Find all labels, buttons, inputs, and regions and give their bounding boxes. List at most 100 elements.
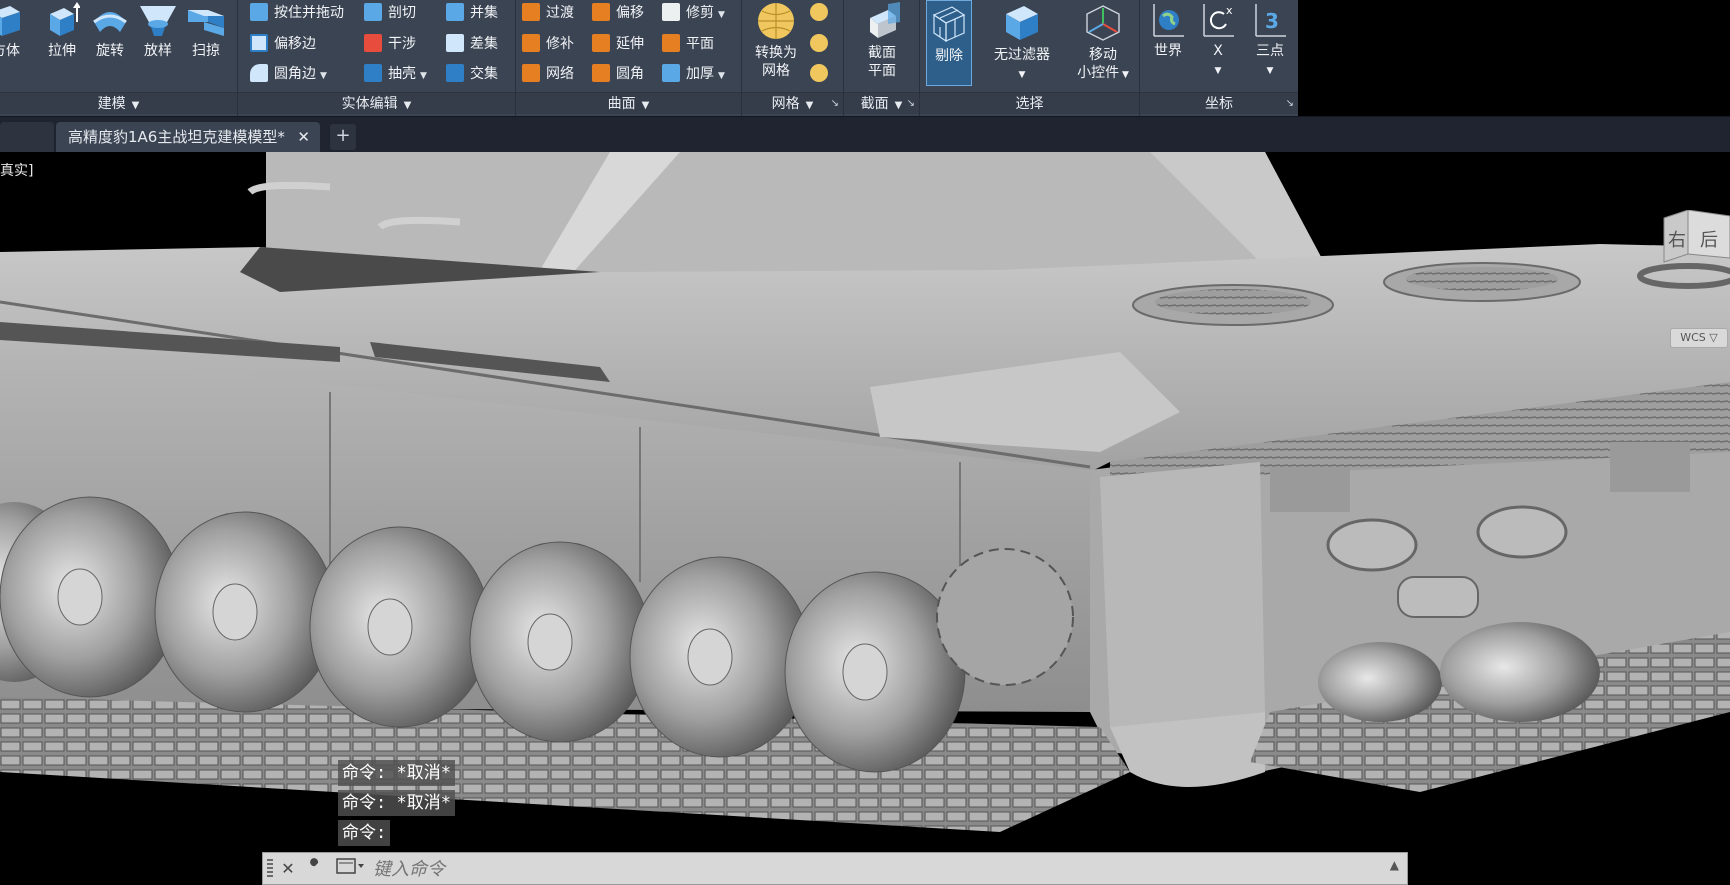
extend-icon <box>592 34 610 52</box>
3d-viewport[interactable]: 真实] 右 后 WCS ▽ 命令: *取消* 命令: *取消* 命令: <box>0 152 1730 885</box>
no-filter-button[interactable]: 无过滤器 ▼ <box>982 0 1062 84</box>
chevron-down-icon: ▼ <box>403 100 412 111</box>
panel-selection: 剔除 无过滤器 ▼ 移动 小控件 ▼ 选择 <box>920 0 1140 116</box>
chevron-down-icon: ▼ <box>320 71 327 81</box>
patch-icon <box>522 34 540 52</box>
patch-button[interactable]: 修补 <box>522 31 574 57</box>
slice-button[interactable]: 剖切 <box>364 0 416 26</box>
blend-icon <box>522 3 540 21</box>
chevron-down-icon: ▼ <box>894 100 903 111</box>
close-icon[interactable]: ✕ <box>297 122 310 152</box>
wcs-menu[interactable]: WCS ▽ <box>1670 328 1728 348</box>
sweep-button[interactable]: 扫掠 <box>184 0 228 60</box>
offset-edge-button[interactable]: 偏移边 <box>250 31 316 57</box>
intersect-button[interactable]: 交集 <box>446 61 498 87</box>
extrude-button[interactable]: 拉伸 <box>40 0 84 60</box>
panel-mesh: 转换为 网格 网格 ▼ ↘ <box>742 0 844 116</box>
chevron-down-icon: ▼ <box>131 100 140 111</box>
visual-style-label[interactable]: 真实] <box>0 160 33 180</box>
union-button[interactable]: 并集 <box>446 0 498 26</box>
union-icon <box>446 3 464 21</box>
mesh-smooth-button[interactable] <box>810 61 834 87</box>
surface-fillet-button[interactable]: 圆角 <box>592 61 644 87</box>
svg-text:右: 右 <box>1668 230 1686 251</box>
culling-cube-icon <box>932 6 966 43</box>
close-icon[interactable]: ✕ <box>277 857 299 881</box>
move-gizmo-button[interactable]: 移动 小控件 ▼ <box>1068 0 1138 84</box>
planar-button[interactable]: 平面 <box>662 31 714 57</box>
ucs-world-button[interactable]: 世界 <box>1144 0 1192 60</box>
panel-title-mesh[interactable]: 网格 ▼ ↘ <box>742 92 843 114</box>
dialog-launcher-icon[interactable]: ↘ <box>1286 93 1294 115</box>
ucs-x-button[interactable]: x X ▼ <box>1194 0 1242 80</box>
shell-button[interactable]: 抽壳 ▼ <box>364 61 427 87</box>
fillet-edge-button[interactable]: 圆角边 ▼ <box>250 61 327 87</box>
ucs-3point-icon: 3 <box>1255 4 1286 37</box>
panel-modeling: 方体 拉伸 旋转 放样 扫掠 建模▼ <box>0 0 238 116</box>
dialog-launcher-icon[interactable]: ↘ <box>831 93 839 115</box>
box-button[interactable]: 方体 <box>0 0 26 60</box>
convert-to-mesh-button[interactable]: 转换为 网格 <box>742 0 810 80</box>
prompt-icon <box>336 858 364 874</box>
presspull-icon <box>250 3 268 21</box>
culling-button[interactable]: 剔除 <box>926 0 972 86</box>
trim-icon <box>662 3 680 21</box>
surface-offset-button[interactable]: 偏移 <box>592 0 644 26</box>
section-plane-icon <box>870 2 900 38</box>
panel-title-modeling[interactable]: 建模 ▼ <box>0 92 237 114</box>
presspull-button[interactable]: 按住并拖动 <box>250 0 344 26</box>
tab-start[interactable] <box>0 122 54 153</box>
interfere-icon <box>364 34 382 52</box>
chevron-down-icon: ▼ <box>1018 70 1026 80</box>
panel-title-coordinates[interactable]: 坐标 ↘ <box>1140 92 1298 114</box>
chevron-down-icon: ▼ <box>1119 70 1129 80</box>
command-input[interactable] <box>373 856 1333 882</box>
panel-title-selection[interactable]: 选择 <box>920 92 1139 114</box>
box-icon <box>0 6 20 36</box>
slice-icon <box>364 3 382 21</box>
chevron-down-icon: ▼ <box>1214 66 1222 76</box>
planar-icon <box>662 34 680 52</box>
subtract-button[interactable]: 差集 <box>446 31 498 57</box>
offset-edge-icon <box>250 34 268 52</box>
document-tab-bar: 高精度豹1A6主战坦克建模模型* ✕ + <box>0 116 1730 153</box>
thicken-button[interactable]: 加厚 ▼ <box>662 61 725 87</box>
ucs-3point-button[interactable]: 3 三点 ▼ <box>1244 0 1296 80</box>
panel-surface: 过渡 修补 网络 偏移 延伸 圆角 修剪 ▼ 平面 加厚 ▼ 曲面 ▼ <box>516 0 742 116</box>
svg-text:x: x <box>1226 4 1233 17</box>
mesh-remove-button[interactable] <box>810 31 834 57</box>
section-plane-button[interactable]: 截面 平面 <box>848 0 916 80</box>
recent-commands-icon[interactable] <box>335 857 367 881</box>
new-tab-button[interactable]: + <box>330 124 356 150</box>
wrench-icon-graphic <box>308 858 319 873</box>
panel-title-solid-edit[interactable]: 实体编辑 ▼ <box>238 92 515 114</box>
viewcube[interactable]: 右 后 <box>1628 209 1730 294</box>
ucs-x-rotate-icon: x <box>1203 4 1234 37</box>
chevron-down-icon: ▼ <box>420 71 427 81</box>
loft-button[interactable]: 放样 <box>136 0 180 60</box>
thicken-icon <box>662 64 680 82</box>
tank-model-render <box>0 152 1730 832</box>
wrench-icon[interactable] <box>303 857 325 881</box>
trim-button[interactable]: 修剪 ▼ <box>662 0 725 26</box>
chevron-up-icon[interactable]: ▲ <box>1390 858 1399 872</box>
blend-button[interactable]: 过渡 <box>522 0 574 26</box>
ribbon: 方体 拉伸 旋转 放样 扫掠 建模▼ 按住并拖动 偏移边 <box>0 0 1298 116</box>
command-history-line: 命令: *取消* <box>338 760 455 786</box>
chevron-down-icon: ▼ <box>718 10 725 20</box>
dialog-launcher-icon[interactable]: ↘ <box>907 93 915 115</box>
revolve-button[interactable]: 旋转 <box>88 0 132 60</box>
extend-button[interactable]: 延伸 <box>592 31 644 57</box>
network-button[interactable]: 网络 <box>522 61 574 87</box>
interfere-button[interactable]: 干涉 <box>364 31 416 57</box>
tab-active-drawing[interactable]: 高精度豹1A6主战坦克建模模型* ✕ <box>56 122 320 153</box>
panel-title-surface[interactable]: 曲面 ▼ <box>516 92 741 114</box>
panel-title-section[interactable]: 截面 ▼ ↘ <box>844 92 919 114</box>
extrude-icon <box>50 2 80 36</box>
drag-handle[interactable] <box>267 859 273 879</box>
viewcube-graphic: 右 后 <box>1637 209 1730 289</box>
mesh-add-button[interactable] <box>810 0 834 26</box>
chevron-down-icon: ▼ <box>805 100 814 111</box>
loft-icon <box>140 6 176 36</box>
command-history-line: 命令: *取消* <box>338 790 455 816</box>
